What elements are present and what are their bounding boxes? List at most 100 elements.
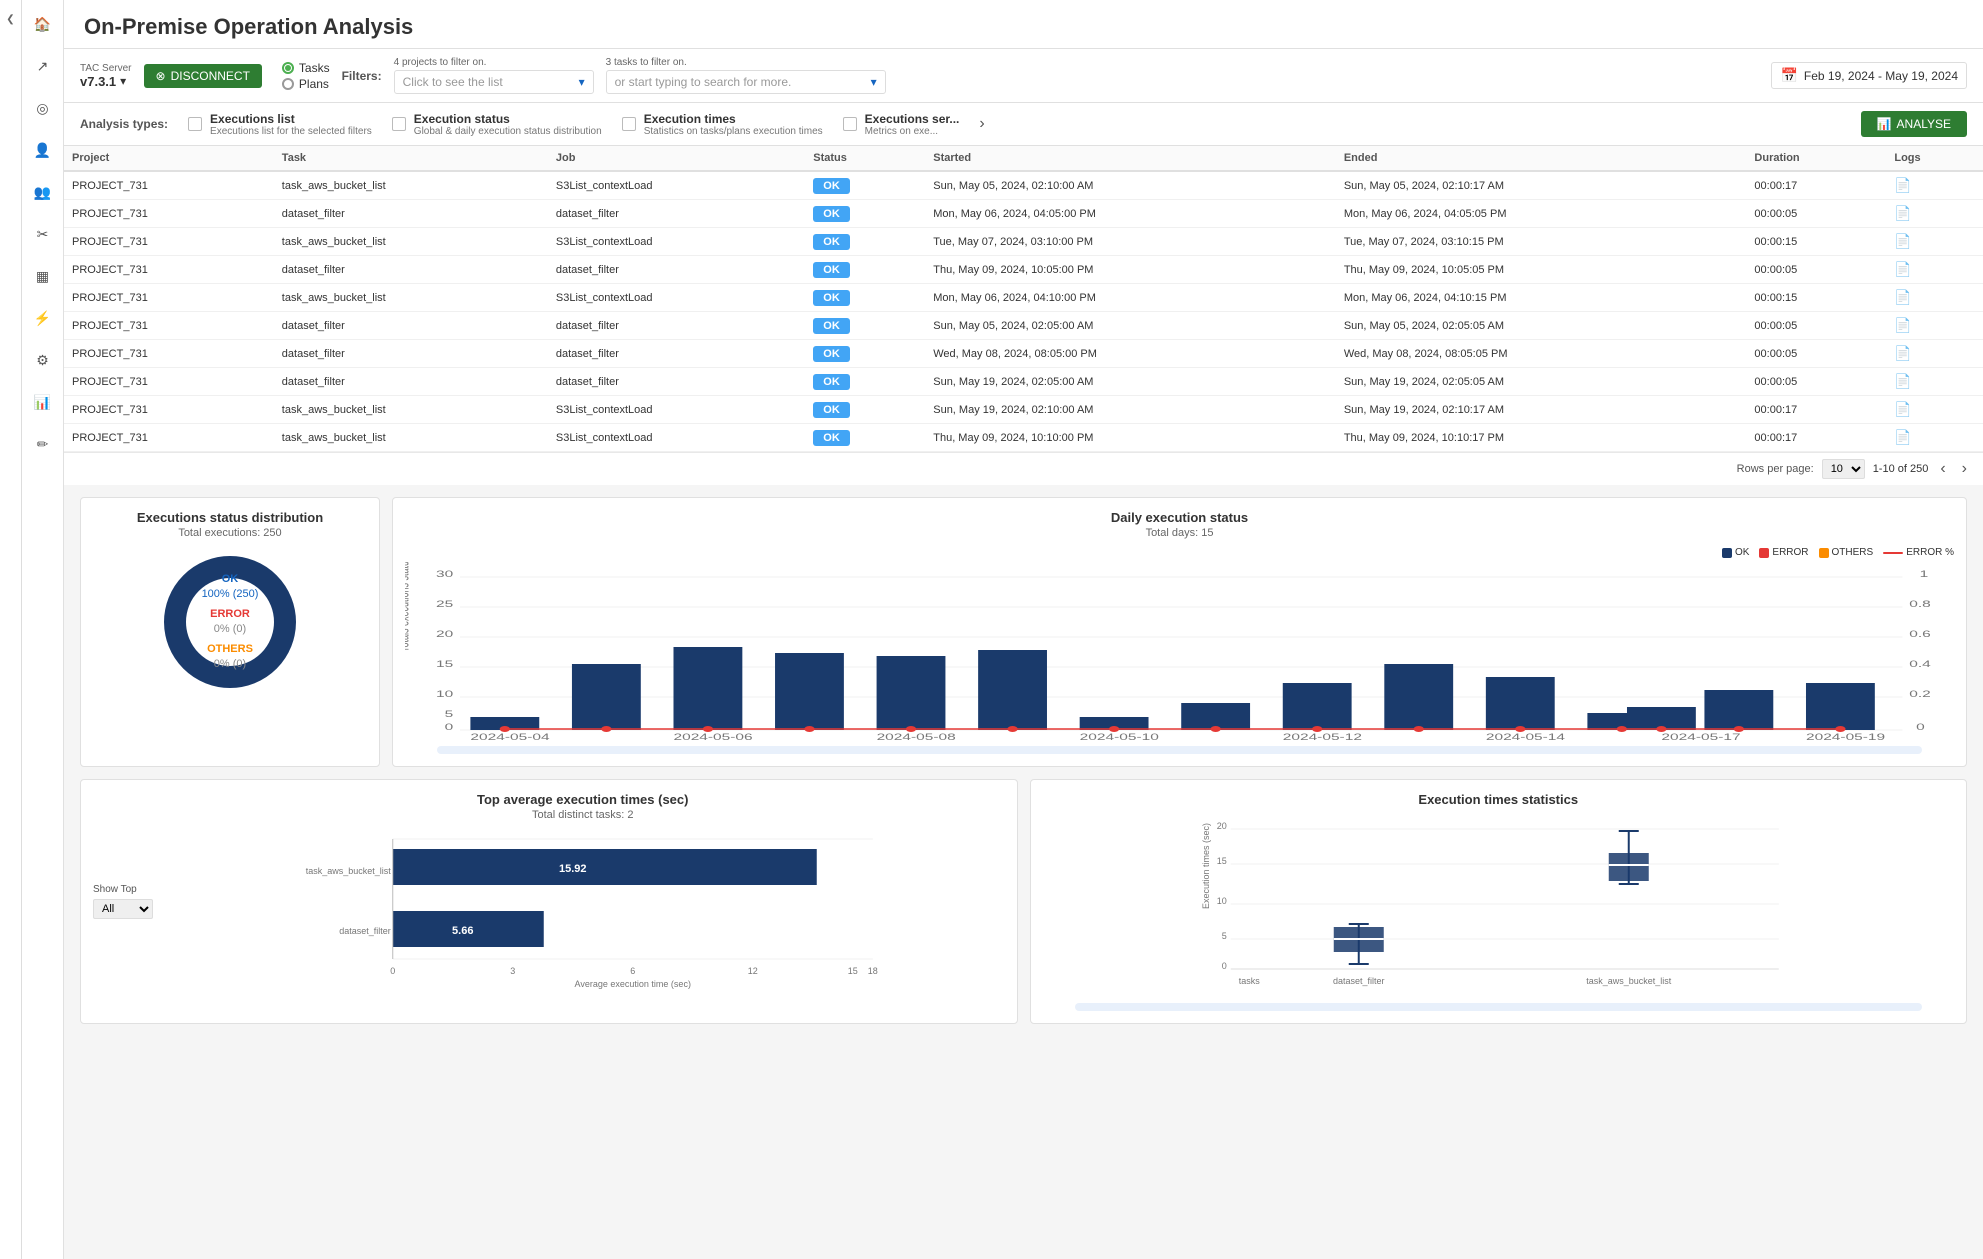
svg-text:6: 6: [630, 966, 635, 976]
exec-ser-checkbox[interactable]: [843, 117, 857, 131]
plans-radio[interactable]: Plans: [282, 77, 330, 91]
donut-error-pct: 0% (0): [202, 622, 259, 637]
sidebar-icon-edit[interactable]: ✏: [29, 430, 57, 458]
legend-error-label: ERROR: [1772, 547, 1808, 558]
svg-text:10: 10: [1216, 896, 1226, 906]
filter1-chevron-icon: ▾: [579, 75, 585, 89]
sidebar-icon-link[interactable]: ↗: [29, 52, 57, 80]
tasks-label: Tasks: [299, 61, 330, 75]
donut-others-pct: 0% (0): [202, 657, 259, 672]
filter2-dropdown[interactable]: or start typing to search for more. ▾: [606, 70, 886, 94]
donut-error-label: ERROR: [202, 607, 259, 622]
sidebar-icon-flash[interactable]: ⚡: [29, 304, 57, 332]
table-row: PROJECT_731task_aws_bucket_listS3List_co…: [64, 228, 1983, 256]
svg-text:20: 20: [1216, 821, 1226, 831]
sidebar-icon-user[interactable]: 👤: [29, 136, 57, 164]
analysis-type-executions-list[interactable]: Executions list Executions list for the …: [188, 112, 372, 137]
donut-ok-pct: 100% (250): [202, 587, 259, 602]
log-icon[interactable]: 📄: [1894, 233, 1911, 249]
svg-text:2024-05-10: 2024-05-10: [1080, 732, 1159, 742]
log-icon[interactable]: 📄: [1894, 345, 1911, 361]
show-top-select[interactable]: All 5 10: [93, 899, 153, 919]
exec-status-checkbox[interactable]: [392, 117, 406, 131]
log-icon[interactable]: 📄: [1894, 289, 1911, 305]
date-range-value: Feb 19, 2024 - May 19, 2024: [1804, 69, 1958, 83]
top-exec-svg: task_aws_bucket_list dataset_filter 0 3 …: [161, 829, 1005, 989]
analysis-type-exec-ser[interactable]: Executions ser... Metrics on exe...: [843, 112, 960, 137]
legend-others-dot: [1819, 548, 1829, 558]
exec-times-checkbox[interactable]: [622, 117, 636, 131]
log-icon[interactable]: 📄: [1894, 429, 1911, 445]
sidebar-icon-scissors[interactable]: ✂: [29, 220, 57, 248]
legend-others-label: OTHERS: [1832, 547, 1874, 558]
donut-others-label: OTHERS: [202, 641, 259, 656]
legend-error-pct: ERROR %: [1883, 547, 1954, 558]
legend-errorpct-label: ERROR %: [1906, 547, 1954, 558]
sidebar-icon-grid[interactable]: ▦: [29, 262, 57, 290]
svg-text:0: 0: [390, 966, 395, 976]
exec-times-stats-card: Execution times statistics 20 15 10 5 0: [1030, 779, 1968, 1024]
log-icon[interactable]: 📄: [1894, 177, 1911, 193]
analysis-type-exec-times[interactable]: Execution times Statistics on tasks/plan…: [622, 112, 823, 137]
nav-collapse[interactable]: ❮: [0, 0, 22, 1259]
table-row: PROJECT_731dataset_filterdataset_filterO…: [64, 200, 1983, 228]
col-task: Task: [274, 146, 548, 171]
svg-text:0: 0: [1221, 961, 1226, 971]
table-row: PROJECT_731dataset_filterdataset_filterO…: [64, 256, 1983, 284]
col-status: Status: [805, 146, 925, 171]
legend-ok-label: OK: [1735, 547, 1749, 558]
analysis-types-nav-icon[interactable]: ›: [979, 115, 984, 133]
next-page-button[interactable]: ›: [1958, 460, 1971, 478]
disconnect-button[interactable]: ⊗ DISCONNECT: [144, 64, 262, 88]
prev-page-button[interactable]: ‹: [1936, 460, 1949, 478]
radio-group: Tasks Plans: [282, 61, 330, 91]
pagination: Rows per page: 10 25 50 1-10 of 250 ‹ ›: [64, 452, 1983, 485]
sidebar-icon-gear[interactable]: ⚙: [29, 346, 57, 374]
tac-server-value: v7.3.1: [80, 74, 116, 89]
svg-text:12: 12: [748, 966, 758, 976]
sidebar-icon-home[interactable]: 🏠: [29, 10, 57, 38]
svg-text:1: 1: [1920, 569, 1929, 579]
table-row: PROJECT_731task_aws_bucket_listS3List_co…: [64, 396, 1983, 424]
svg-text:Execution times (sec): Execution times (sec): [1200, 823, 1210, 909]
table-row: PROJECT_731task_aws_bucket_listS3List_co…: [64, 284, 1983, 312]
col-started: Started: [925, 146, 1336, 171]
svg-text:task_aws_bucket_list: task_aws_bucket_list: [1586, 976, 1672, 986]
sidebar-icon-circle[interactable]: ◎: [29, 94, 57, 122]
executions-list-checkbox[interactable]: [188, 117, 202, 131]
col-job: Job: [548, 146, 805, 171]
exec-times-title: Execution times: [644, 112, 823, 126]
log-icon[interactable]: 📄: [1894, 317, 1911, 333]
filter1-dropdown[interactable]: Click to see the list ▾: [394, 70, 594, 94]
sidebar-icon-chart[interactable]: 📊: [29, 388, 57, 416]
chevron-down-icon: ▾: [120, 74, 126, 88]
donut-chart-card: Executions status distribution Total exe…: [80, 497, 380, 767]
table-row: PROJECT_731task_aws_bucket_listS3List_co…: [64, 171, 1983, 200]
tac-server-select[interactable]: v7.3.1 ▾: [80, 74, 132, 89]
status-badge: OK: [813, 290, 850, 306]
tasks-radio[interactable]: Tasks: [282, 61, 330, 75]
main-content: On-Premise Operation Analysis TAC Server…: [64, 0, 1983, 1259]
svg-text:2024-05-06: 2024-05-06: [673, 732, 752, 742]
analyse-label: ANALYSE: [1897, 117, 1951, 131]
exec-status-subtitle: Global & daily execution status distribu…: [414, 126, 602, 137]
rows-per-page-select[interactable]: 10 25 50: [1822, 459, 1865, 479]
analysis-type-exec-status[interactable]: Execution status Global & daily executio…: [392, 112, 602, 137]
log-icon[interactable]: 📄: [1894, 261, 1911, 277]
daily-chart-card: Daily execution status Total days: 15 OK…: [392, 497, 1967, 767]
chevron-left-icon: ❮: [6, 14, 14, 25]
analysis-types-label: Analysis types:: [80, 117, 168, 131]
log-icon[interactable]: 📄: [1894, 373, 1911, 389]
executions-list-title: Executions list: [210, 112, 372, 126]
filter1-wrapper: 4 projects to filter on. Click to see th…: [394, 57, 594, 94]
log-icon[interactable]: 📄: [1894, 401, 1911, 417]
svg-text:Totals executions status: Totals executions status: [405, 562, 412, 652]
date-range-button[interactable]: 📅 Feb 19, 2024 - May 19, 2024: [1771, 62, 1967, 89]
sidebar-icon-users[interactable]: 👥: [29, 178, 57, 206]
filter2-hint: 3 tasks to filter on.: [606, 57, 886, 68]
tasks-radio-circle: [282, 62, 294, 74]
analyse-button[interactable]: 📊 ANALYSE: [1861, 111, 1967, 137]
svg-text:15.92: 15.92: [559, 863, 587, 875]
table-row: PROJECT_731task_aws_bucket_listS3List_co…: [64, 424, 1983, 452]
log-icon[interactable]: 📄: [1894, 205, 1911, 221]
